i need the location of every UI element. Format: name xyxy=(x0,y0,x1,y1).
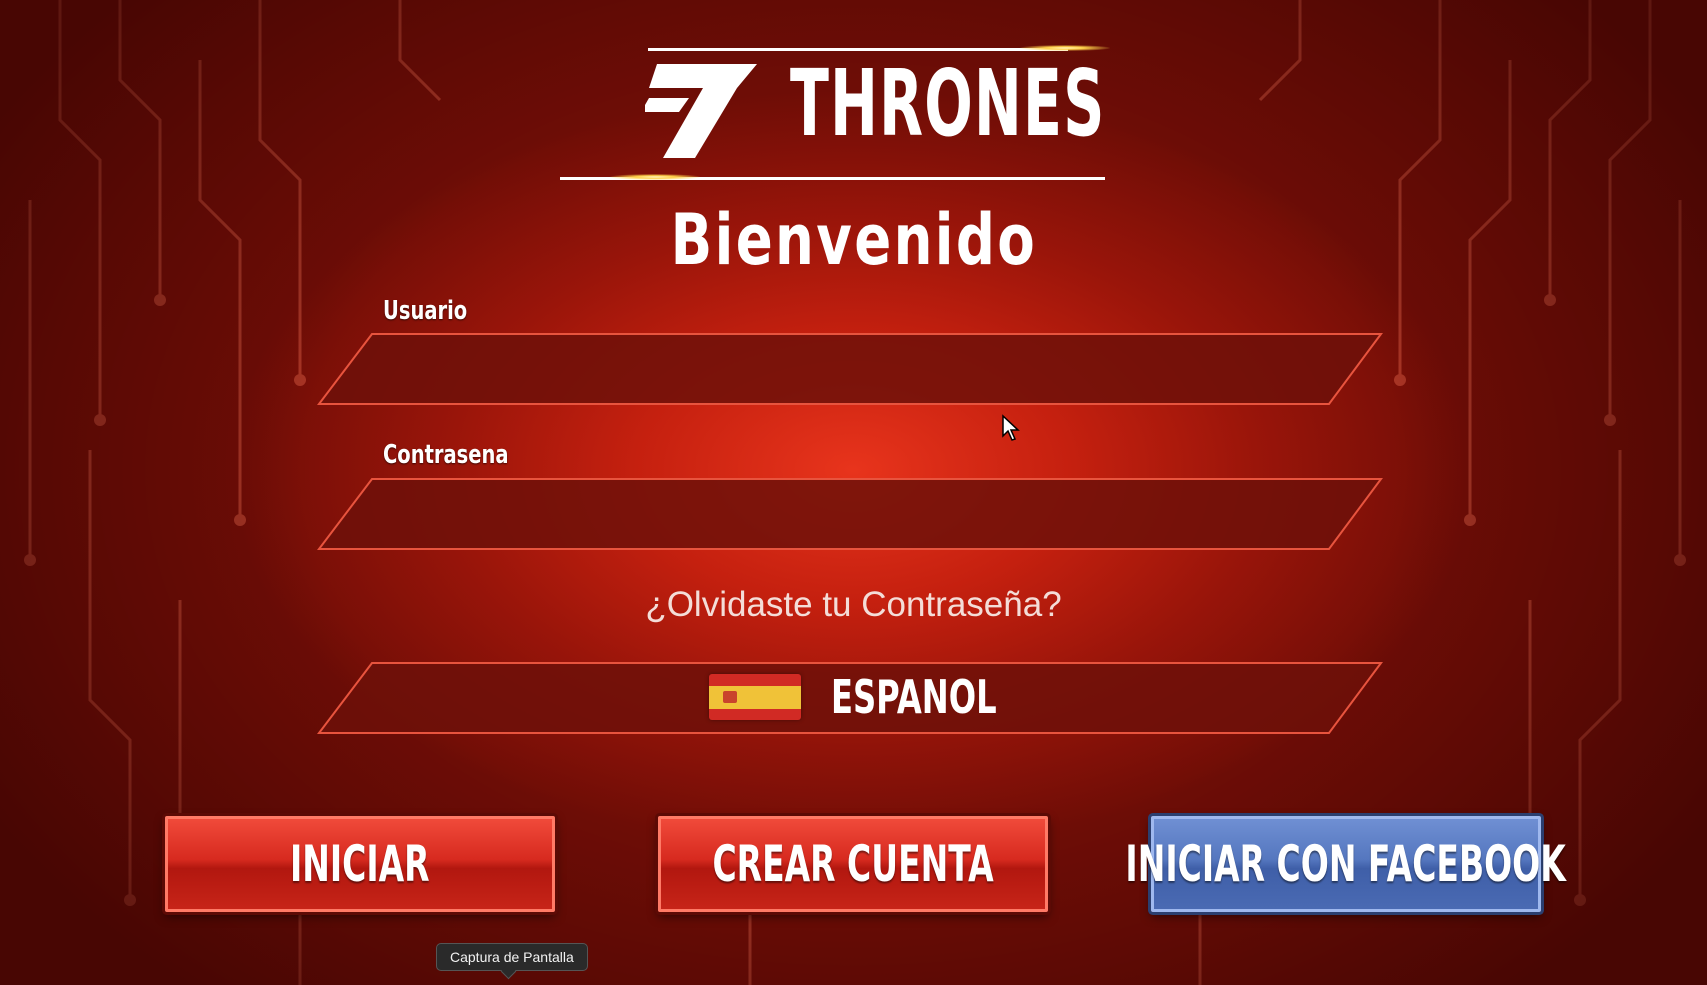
mouse-cursor-icon xyxy=(1002,414,1020,441)
game-logo: THRONES xyxy=(520,40,1180,190)
screenshot-tooltip: Captura de Pantalla xyxy=(436,943,588,971)
facebook-login-button-label: INICIAR CON FACEBOOK xyxy=(1125,835,1567,893)
spain-flag-icon xyxy=(709,674,801,720)
username-field[interactable] xyxy=(317,332,1411,406)
logo-spark-bottom xyxy=(610,174,700,180)
login-button-label: INICIAR xyxy=(290,835,430,893)
login-button[interactable]: INICIAR xyxy=(165,816,555,912)
username-label: Usuario xyxy=(383,296,468,326)
language-selector[interactable]: ESPANOL xyxy=(317,661,1383,735)
logo-text: THRONES xyxy=(790,50,1106,157)
password-input[interactable] xyxy=(407,487,1411,541)
language-selector-content: ESPANOL xyxy=(317,661,1383,733)
create-account-button-label: CREAR CUENTA xyxy=(712,835,994,893)
facebook-login-button[interactable]: INICIAR CON FACEBOOK xyxy=(1126,816,1566,912)
password-label: Contrasena xyxy=(383,440,509,470)
forgot-password-link[interactable]: ¿Olvidaste tu Contraseña? xyxy=(0,585,1707,625)
logo-seven-mark xyxy=(645,64,757,158)
welcome-title: Bienvenido xyxy=(670,199,1037,281)
username-input[interactable] xyxy=(407,342,1411,396)
password-field[interactable] xyxy=(317,477,1411,551)
create-account-button[interactable]: CREAR CUENTA xyxy=(658,816,1048,912)
language-label: ESPANOL xyxy=(831,670,997,724)
